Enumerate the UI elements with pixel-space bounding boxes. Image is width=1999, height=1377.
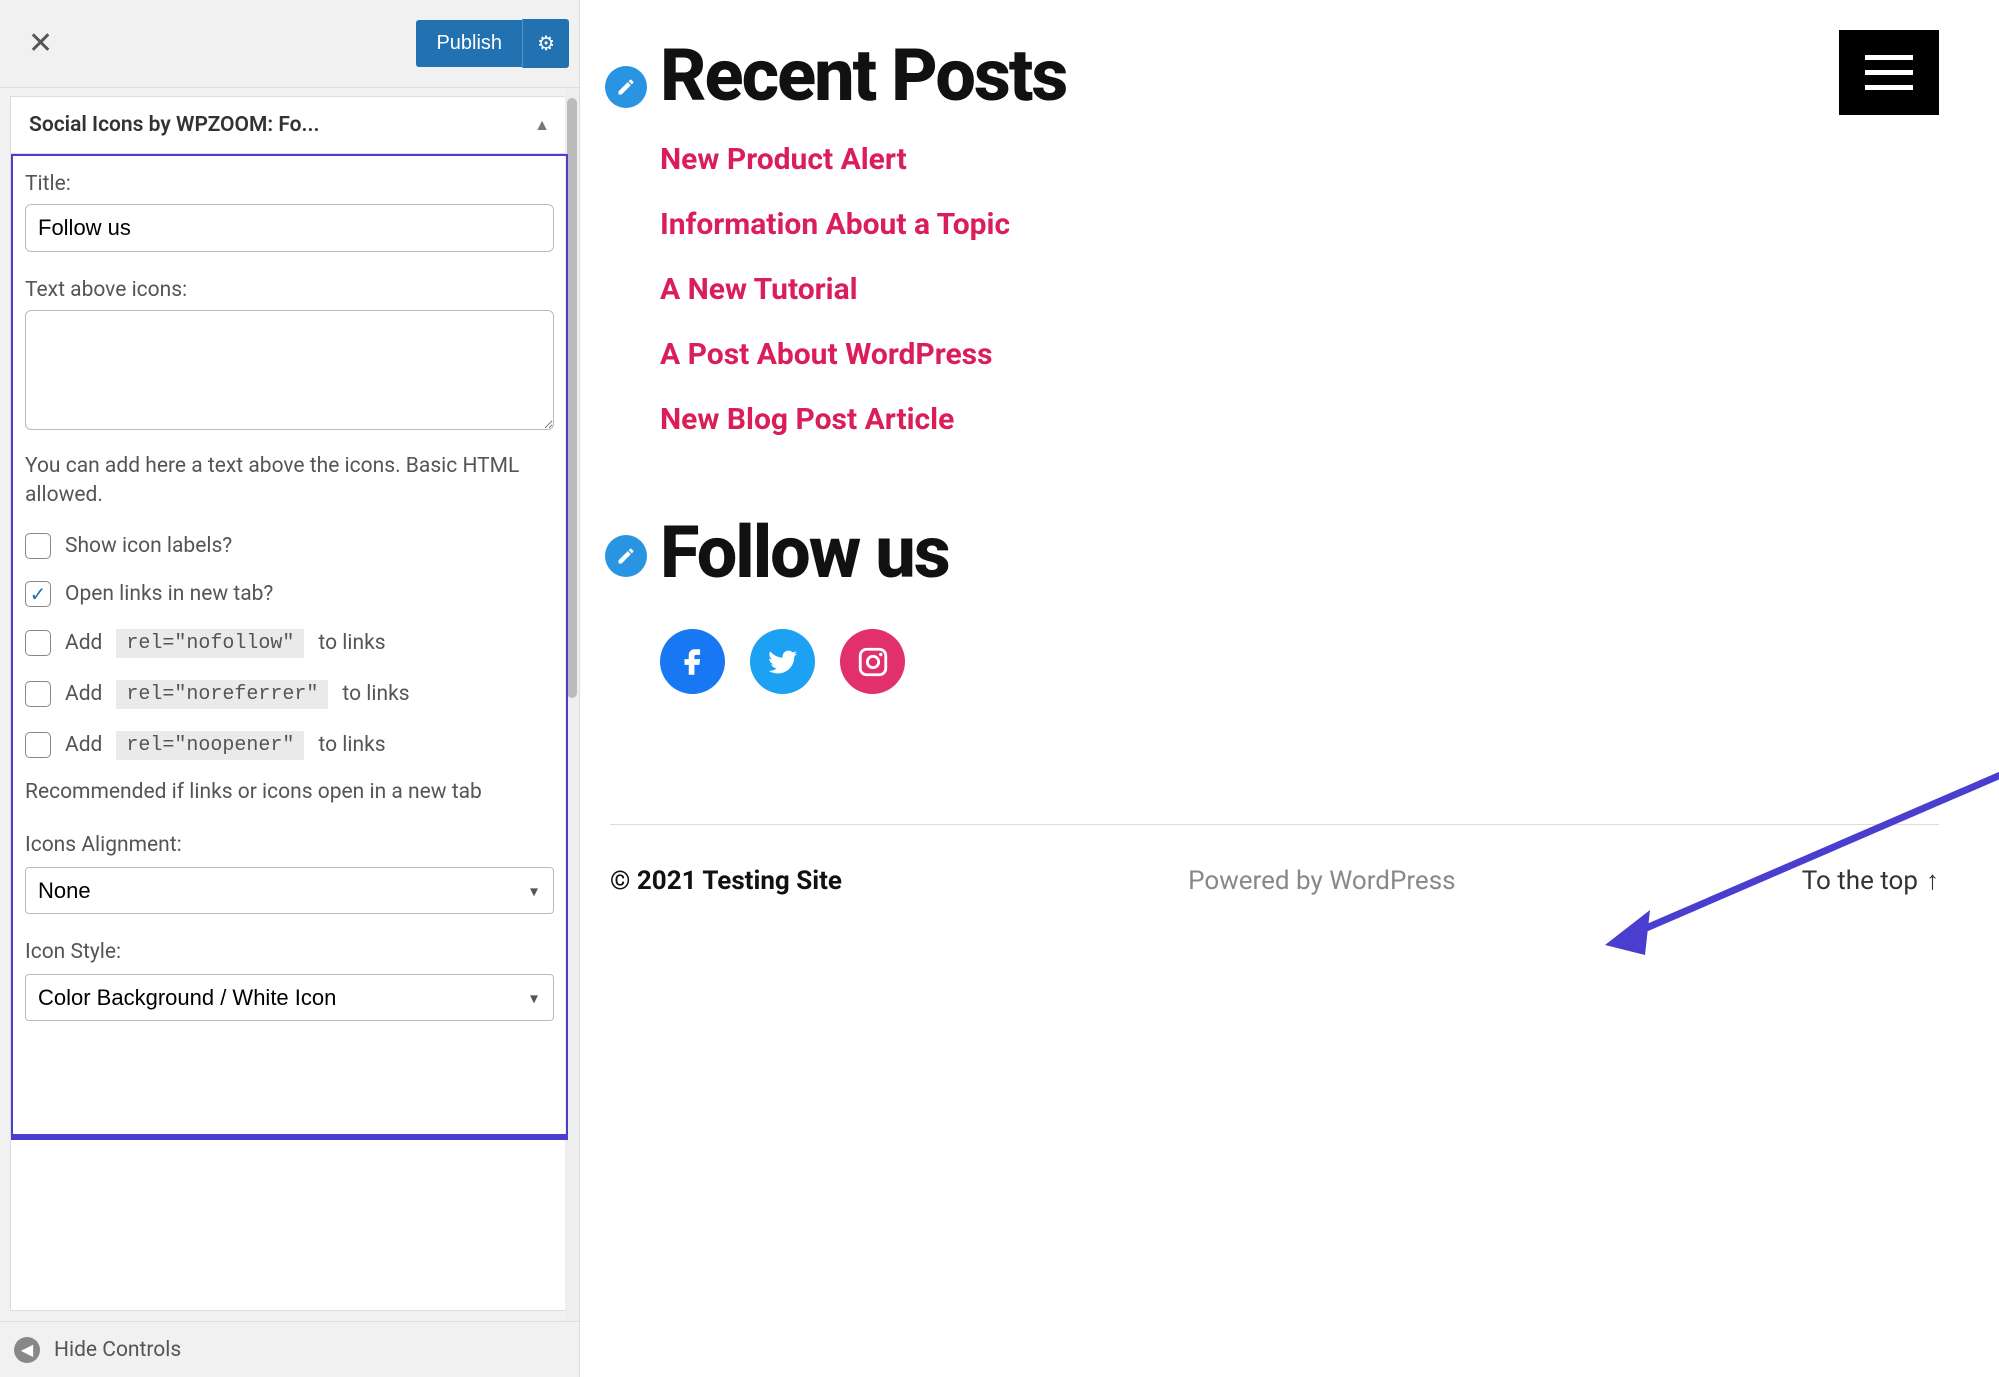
chevron-up-icon: ▲ xyxy=(534,115,550,135)
collapse-icon: ◀ xyxy=(14,1337,40,1363)
settings-button[interactable]: ⚙ xyxy=(522,19,569,68)
follow-us-title: Follow us xyxy=(660,517,1939,589)
footer-powered: Powered by WordPress xyxy=(1188,866,1455,896)
list-item: Information About a Topic xyxy=(660,207,1939,242)
add-label-3: Add xyxy=(65,733,102,757)
noreferrer-checkbox[interactable] xyxy=(25,681,51,707)
list-item: A Post About WordPress xyxy=(660,337,1939,372)
icon-style-select[interactable]: Color Background / White Icon xyxy=(25,974,554,1021)
rel-nofollow-code: rel="nofollow" xyxy=(116,629,304,658)
edit-widget-button[interactable] xyxy=(605,535,647,577)
pencil-icon xyxy=(616,546,636,566)
post-link[interactable]: New Blog Post Article xyxy=(660,402,954,437)
to-links-3: to links xyxy=(318,733,385,757)
hide-controls-label: Hide Controls xyxy=(54,1338,181,1362)
show-labels-label: Show icon labels? xyxy=(65,534,232,558)
rel-noreferrer-code: rel="noreferrer" xyxy=(116,680,328,709)
recommended-text: Recommended if links or icons open in a … xyxy=(25,778,554,807)
recent-posts-widget: Recent Posts New Product Alert Informati… xyxy=(610,40,1939,437)
noopener-checkbox[interactable] xyxy=(25,732,51,758)
close-icon[interactable]: ✕ xyxy=(28,26,53,61)
to-links-2: to links xyxy=(342,682,409,706)
show-labels-checkbox[interactable] xyxy=(25,533,51,559)
widget-accordion-header[interactable]: Social Icons by WPZOOM: Fo... ▲ xyxy=(10,96,569,154)
post-link[interactable]: A Post About WordPress xyxy=(660,337,992,372)
to-top-link[interactable]: To the top ↑ xyxy=(1802,865,1939,896)
nofollow-checkbox[interactable] xyxy=(25,630,51,656)
post-link[interactable]: Information About a Topic xyxy=(660,207,1010,242)
hide-controls-button[interactable]: ◀ Hide Controls xyxy=(0,1321,579,1377)
add-label-2: Add xyxy=(65,682,102,706)
pencil-icon xyxy=(616,77,636,97)
follow-us-widget: Follow us xyxy=(610,517,1939,694)
open-new-tab-checkbox[interactable]: ✓ xyxy=(25,581,51,607)
publish-button[interactable]: Publish xyxy=(416,20,522,67)
to-links-1: to links xyxy=(318,631,385,655)
text-above-label: Text above icons: xyxy=(25,278,554,302)
icon-style-label: Icon Style: xyxy=(25,940,554,964)
rel-noopener-code: rel="noopener" xyxy=(116,731,304,760)
accordion-title: Social Icons by WPZOOM: Fo... xyxy=(29,113,319,137)
list-item: New Product Alert xyxy=(660,142,1939,177)
recent-posts-title: Recent Posts xyxy=(660,40,1939,112)
twitter-icon[interactable] xyxy=(750,629,815,694)
open-new-tab-label: Open links in new tab? xyxy=(65,582,273,606)
alignment-select[interactable]: None xyxy=(25,867,554,914)
widget-settings-panel: Title: Text above icons: You can add her… xyxy=(10,154,569,1311)
list-item: New Blog Post Article xyxy=(660,402,1939,437)
alignment-label: Icons Alignment: xyxy=(25,833,554,857)
scrollbar[interactable] xyxy=(565,88,579,1321)
help-text: You can add here a text above the icons.… xyxy=(25,452,554,511)
edit-widget-button[interactable] xyxy=(605,66,647,108)
instagram-icon[interactable] xyxy=(840,629,905,694)
facebook-icon[interactable] xyxy=(660,629,725,694)
list-item: A New Tutorial xyxy=(660,272,1939,307)
post-link[interactable]: A New Tutorial xyxy=(660,272,858,307)
text-above-textarea[interactable] xyxy=(25,310,554,430)
arrow-up-icon: ↑ xyxy=(1926,865,1939,896)
footer-copyright: © 2021 Testing Site xyxy=(610,866,842,896)
title-label: Title: xyxy=(25,172,554,196)
scrollbar-thumb[interactable] xyxy=(567,98,577,698)
gear-icon: ⚙ xyxy=(537,33,555,55)
add-label-1: Add xyxy=(65,631,102,655)
title-input[interactable] xyxy=(25,204,554,252)
site-footer: © 2021 Testing Site Powered by WordPress… xyxy=(610,824,1939,936)
post-link[interactable]: New Product Alert xyxy=(660,142,907,177)
to-top-label: To the top xyxy=(1802,866,1918,896)
